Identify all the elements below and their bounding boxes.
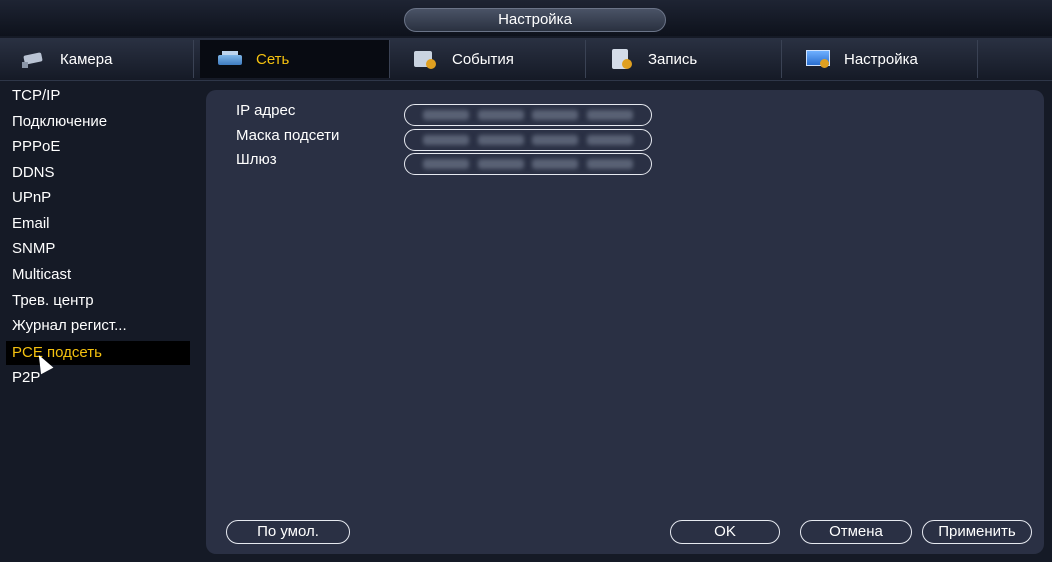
ip-octet-1[interactable] (423, 110, 470, 120)
sidebar-item-upnp[interactable]: UPnP (6, 186, 190, 210)
default-button[interactable]: По умол. (226, 520, 350, 544)
gateway-octet-4[interactable] (586, 159, 633, 169)
main-tab-bar: Камера Сеть События Запись Настройка (0, 38, 1052, 81)
tab-settings-label: Настройка (844, 50, 918, 68)
ip-octet-4[interactable] (586, 110, 633, 120)
tab-camera[interactable]: Камера (4, 40, 194, 78)
cancel-button[interactable]: Отмена (800, 520, 912, 544)
tab-record[interactable]: Запись (592, 40, 782, 78)
gateway-octet-3[interactable] (532, 159, 579, 169)
sidebar-item-multicast[interactable]: Multicast (6, 263, 190, 287)
events-icon (414, 49, 440, 69)
sidebar-item-snmp[interactable]: SNMP (6, 237, 190, 261)
tab-events[interactable]: События (396, 40, 586, 78)
gateway-octet-2[interactable] (477, 159, 524, 169)
ip-octet-2[interactable] (477, 110, 524, 120)
sidebar-item-register-log[interactable]: Журнал регист... (6, 314, 190, 338)
sidebar-item-ddns[interactable]: DDNS (6, 161, 190, 185)
window-title: Настройка (404, 8, 666, 32)
ip-address-field[interactable] (404, 104, 652, 126)
gateway-octet-1[interactable] (423, 159, 470, 169)
ip-address-label: IP адрес (236, 102, 296, 119)
sidebar-item-email[interactable]: Email (6, 212, 190, 236)
subnet-mask-label: Маска подсети (236, 127, 340, 144)
title-bar: Настройка (0, 0, 1052, 36)
tab-camera-label: Камера (60, 50, 113, 68)
apply-button[interactable]: Применить (922, 520, 1032, 544)
ip-octet-3[interactable] (532, 110, 579, 120)
ok-button[interactable]: OK (670, 520, 780, 544)
settings-icon (806, 49, 832, 69)
gateway-label: Шлюз (236, 151, 277, 168)
sidebar-item-connection[interactable]: Подключение (6, 110, 190, 134)
network-icon (218, 49, 244, 69)
tab-network[interactable]: Сеть (200, 40, 390, 78)
settings-window: Настройка Камера Сеть События Запись Нас… (0, 0, 1052, 562)
mask-octet-2[interactable] (477, 135, 524, 145)
sidebar: TCP/IP Подключение PPPoE DDNS UPnP Email… (0, 82, 198, 562)
tab-settings[interactable]: Настройка (788, 40, 978, 78)
mask-octet-4[interactable] (586, 135, 633, 145)
camera-icon (22, 49, 48, 69)
subnet-mask-field[interactable] (404, 129, 652, 151)
poe-subnet-panel: IP адрес Маска подсети Шлюз По умол. OK … (206, 90, 1044, 554)
sidebar-item-alarm-center[interactable]: Трев. центр (6, 289, 190, 313)
gateway-field[interactable] (404, 153, 652, 175)
sidebar-item-tcpip[interactable]: TCP/IP (6, 84, 190, 108)
record-icon (610, 49, 636, 69)
tab-record-label: Запись (648, 50, 698, 68)
mask-octet-1[interactable] (423, 135, 470, 145)
sidebar-item-pppoe[interactable]: PPPoE (6, 135, 190, 159)
tab-events-label: События (452, 50, 514, 68)
sidebar-item-p2p[interactable]: P2P (6, 366, 190, 390)
mask-octet-3[interactable] (532, 135, 579, 145)
tab-network-label: Сеть (256, 50, 290, 68)
